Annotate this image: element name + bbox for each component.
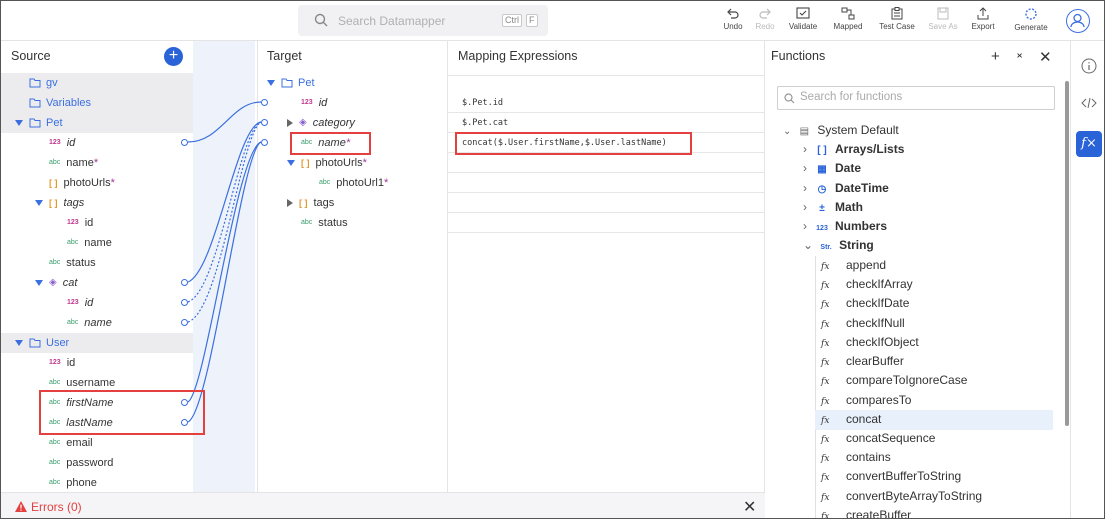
clock-icon: ◷ <box>817 184 827 195</box>
function-category-string[interactable]: ⌄ Str. String <box>803 236 874 255</box>
expression-row[interactable] <box>448 153 764 173</box>
function-item-checkifdate[interactable]: fx checkIfDate <box>821 294 909 313</box>
function-root-system-default[interactable]: ⌄ ▤ System Default <box>783 121 899 140</box>
functions-title: Functions <box>771 49 826 63</box>
function-item-clearbuffer[interactable]: fx clearBuffer <box>821 352 904 371</box>
calendar-icon: ▦ <box>817 164 827 175</box>
info-icon <box>1081 58 1097 74</box>
close-errors-icon[interactable]: ✕ <box>743 497 756 517</box>
expression-row[interactable] <box>448 193 764 213</box>
fx-icon: fx <box>821 377 830 387</box>
function-item-comparetoignorecase[interactable]: fx compareToIgnoreCase <box>821 371 967 390</box>
function-category-date[interactable]: › ▦ Date <box>803 159 861 178</box>
function-category-numbers[interactable]: › 123 Numbers <box>803 217 887 236</box>
code-icon <box>1081 97 1097 109</box>
close-functions-icon[interactable]: ✕ <box>1039 48 1052 66</box>
function-item-checkifarray[interactable]: fx checkIfArray <box>821 275 913 294</box>
array-icon: [ ] <box>817 145 827 156</box>
expression-row[interactable]: $.Pet.cat <box>448 113 764 133</box>
fx-icon: fx <box>821 473 830 483</box>
function-item-createbuffer[interactable]: fx createBuffer <box>821 506 911 519</box>
math-icon: ± <box>819 203 825 214</box>
fx-icon: fx <box>821 300 830 310</box>
function-item-concatsequence[interactable]: fx concatSequence <box>821 429 935 448</box>
function-category-arrays[interactable]: ›[ ] Arrays/Lists <box>803 140 904 159</box>
functions-scrollbar[interactable] <box>1065 81 1069 426</box>
function-item-contains[interactable]: fx contains <box>821 448 891 467</box>
highlight-target-name <box>290 132 371 155</box>
function-item-concat[interactable]: fx concat <box>821 410 881 429</box>
functions-toggle-button[interactable]: f× <box>1076 131 1102 157</box>
function-item-convertbuffertostring[interactable]: fx convertBufferToString <box>821 467 961 486</box>
expression-row[interactable] <box>448 213 764 233</box>
right-rail: f× <box>1070 41 1104 518</box>
warning-icon <box>15 501 27 512</box>
function-item-comparesto[interactable]: fx comparesTo <box>821 391 911 410</box>
function-item-checkifnull[interactable]: fx checkIfNull <box>821 314 905 333</box>
string-icon: Str. <box>820 244 832 251</box>
function-search-input[interactable]: Search for functions <box>777 86 1055 110</box>
info-button[interactable] <box>1076 53 1102 79</box>
collapse-all-icon[interactable]: ⌄ ⌃ <box>1015 48 1024 66</box>
errors-bar: Errors (0) ✕ <box>1 492 765 518</box>
datamapper-window: Search Datamapper Ctrl F Undo Redo Valid… <box>0 0 1105 519</box>
function-item-checkifobject[interactable]: fx checkIfObject <box>821 333 919 352</box>
highlight-user-name-fields <box>39 390 205 435</box>
add-function-icon[interactable]: + <box>991 48 1000 65</box>
errors-label[interactable]: Errors (0) <box>31 500 82 514</box>
function-item-append[interactable]: fx append <box>821 256 886 275</box>
tree-guide-line <box>815 256 816 518</box>
function-item-convertbytearraytostring[interactable]: fx convertByteArrayToString <box>821 487 982 506</box>
code-view-button[interactable] <box>1076 90 1102 116</box>
function-category-math[interactable]: › ± Math <box>803 198 863 217</box>
highlight-concat-expression <box>455 132 692 155</box>
fx-icon: fx <box>821 512 830 519</box>
document-icon: ▤ <box>799 126 810 137</box>
expression-row[interactable]: $.Pet.id <box>448 93 764 113</box>
function-icon: f× <box>1081 136 1097 151</box>
search-icon <box>784 93 795 104</box>
function-category-datetime[interactable]: › ◷ DateTime <box>803 179 889 198</box>
expression-row[interactable] <box>448 173 764 193</box>
